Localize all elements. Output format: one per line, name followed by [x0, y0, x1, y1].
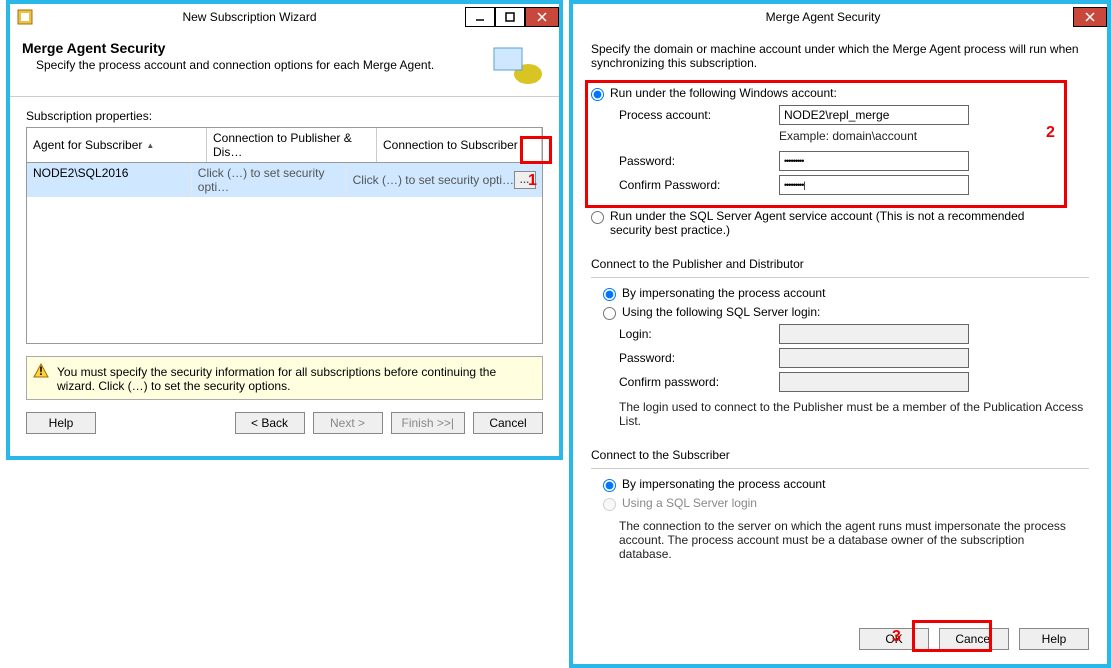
wizard-header: Merge Agent Security Specify the process…	[10, 30, 559, 97]
subscription-properties-table: Agent for Subscriber▲ Connection to Publ…	[26, 127, 543, 344]
wizard-title: New Subscription Wizard	[34, 10, 465, 24]
security-intro: Specify the domain or machine account un…	[591, 42, 1089, 70]
radio-sub-sql-login	[603, 498, 616, 511]
help-button[interactable]: Help	[26, 412, 96, 434]
cell-subscriber: Click (…) to set security opti…	[353, 173, 514, 187]
new-subscription-wizard-window: New Subscription Wizard Merge Agent Secu…	[6, 0, 563, 460]
pub-login-label: Login:	[619, 327, 779, 341]
wizard-heading: Merge Agent Security	[22, 40, 487, 56]
subscription-properties-label: Subscription properties:	[26, 109, 543, 123]
maximize-button[interactable]	[495, 7, 525, 27]
radio-sql-agent-account-label: Run under the SQL Server Agent service a…	[610, 209, 1060, 237]
col-connection-subscriber[interactable]: Connection to Subscriber	[377, 128, 542, 162]
password-label: Password:	[619, 154, 779, 168]
radio-sql-agent-account[interactable]	[591, 211, 604, 224]
wizard-header-image	[487, 40, 547, 90]
radio-pub-impersonate-label: By impersonating the process account	[622, 286, 825, 300]
close-button[interactable]	[525, 7, 559, 27]
next-button: Next >	[313, 412, 383, 434]
svg-text:!: !	[39, 364, 43, 378]
cancel-button[interactable]: Cancel	[939, 628, 1009, 650]
confirm-password-label: Confirm Password:	[619, 178, 779, 192]
security-title: Merge Agent Security	[573, 10, 1073, 24]
warning-text: You must specify the security informatio…	[57, 365, 496, 393]
radio-pub-sql-login-label: Using the following SQL Server login:	[622, 305, 820, 319]
password-input[interactable]	[779, 151, 969, 171]
annotation-3: 3	[892, 628, 901, 646]
cancel-button[interactable]: Cancel	[473, 412, 543, 434]
help-button[interactable]: Help	[1019, 628, 1089, 650]
pub-password-label: Password:	[619, 351, 779, 365]
radio-windows-account-label: Run under the following Windows account:	[610, 86, 837, 100]
cell-publisher: Click (…) to set security opti…	[191, 163, 346, 197]
radio-pub-sql-login[interactable]	[603, 307, 616, 320]
publisher-note: The login used to connect to the Publish…	[619, 400, 1089, 428]
warning-icon: !	[33, 363, 49, 379]
annotation-2: 2	[1046, 124, 1055, 142]
process-account-input[interactable]	[779, 105, 969, 125]
back-button[interactable]: < Back	[235, 412, 305, 434]
cell-agent: NODE2\SQL2016	[27, 163, 191, 197]
confirm-password-input[interactable]	[779, 175, 969, 195]
radio-pub-impersonate[interactable]	[603, 288, 616, 301]
publisher-section-label: Connect to the Publisher and Distributor	[591, 257, 1089, 271]
finish-button: Finish >>|	[391, 412, 465, 434]
radio-sub-impersonate[interactable]	[603, 479, 616, 492]
subscriber-section-label: Connect to the Subscriber	[591, 448, 1089, 462]
subscriber-note: The connection to the server on which th…	[619, 519, 1079, 561]
radio-sub-impersonate-label: By impersonating the process account	[622, 477, 825, 491]
app-icon	[16, 8, 34, 26]
pub-confirm-label: Confirm password:	[619, 375, 779, 389]
pub-confirm-input	[779, 372, 969, 392]
radio-sub-sql-login-label: Using a SQL Server login	[622, 496, 757, 510]
wizard-subheading: Specify the process account and connecti…	[36, 58, 487, 72]
process-account-label: Process account:	[619, 108, 779, 122]
close-button[interactable]	[1073, 7, 1107, 27]
col-agent[interactable]: Agent for Subscriber▲	[27, 128, 207, 162]
col-connection-publisher[interactable]: Connection to Publisher & Dis…	[207, 128, 377, 162]
sort-asc-icon: ▲	[146, 141, 154, 150]
radio-windows-account[interactable]	[591, 88, 604, 101]
warning-box: ! You must specify the security informat…	[26, 356, 543, 400]
merge-agent-security-window: Merge Agent Security Specify the domain …	[569, 0, 1111, 668]
process-account-example: Example: domain\account	[779, 129, 1089, 143]
pub-login-input	[779, 324, 969, 344]
table-row[interactable]: NODE2\SQL2016 Click (…) to set security …	[27, 163, 542, 197]
security-titlebar[interactable]: Merge Agent Security	[573, 4, 1107, 30]
pub-password-input	[779, 348, 969, 368]
wizard-titlebar[interactable]: New Subscription Wizard	[10, 4, 559, 30]
annotation-1: 1	[528, 172, 537, 190]
minimize-button[interactable]	[465, 7, 495, 27]
